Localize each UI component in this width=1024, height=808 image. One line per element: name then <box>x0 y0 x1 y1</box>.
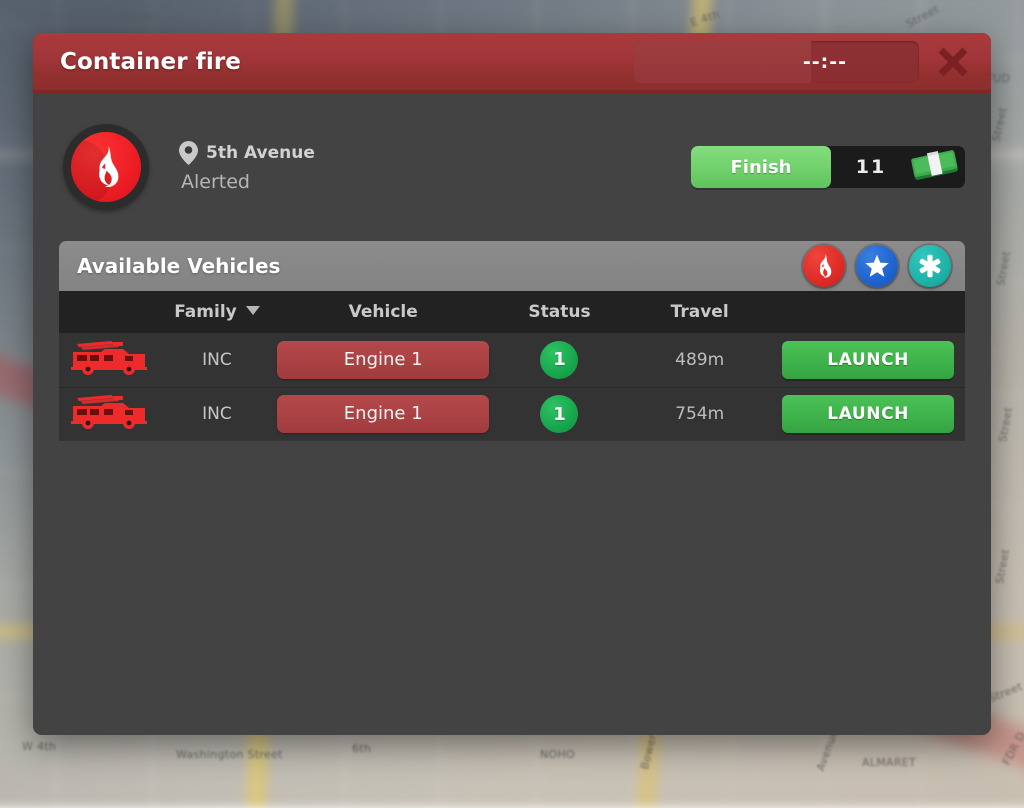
timer-value: --:-- <box>802 50 847 73</box>
vehicle-name-button[interactable]: Engine 1 <box>277 340 490 379</box>
incident-icon <box>63 124 149 210</box>
map-street-label: ALMARET <box>862 756 917 769</box>
fire-flame-icon <box>819 253 832 278</box>
available-vehicles-title: Available Vehicles <box>77 254 281 278</box>
column-header-travel[interactable]: Travel <box>628 291 772 333</box>
table-row[interactable]: INC Engine 1 1 489m LAUNCH <box>59 333 965 388</box>
dialog-titlebar: Container fire --:-- <box>33 33 991 93</box>
vehicles-table-head: Family Vehicle Status Travel <box>59 291 965 333</box>
map-street-label: Washington Street <box>176 748 283 761</box>
flame-glyph <box>99 146 119 188</box>
map-street-label: 6th <box>352 742 372 755</box>
vehicle-name-button[interactable]: Engine 1 <box>277 395 490 434</box>
incident-address-row: 5th Avenue <box>179 141 315 165</box>
vehicle-action-cell: LAUNCH <box>771 333 965 388</box>
cash-bundle-glyph <box>911 150 958 180</box>
vehicle-status-cell: 1 <box>490 333 629 388</box>
close-button[interactable] <box>929 38 977 86</box>
map-street-label: NOHO <box>540 748 576 761</box>
page-title: Container fire <box>60 48 242 75</box>
vehicle-family-cell: INC <box>158 387 276 441</box>
map-street-label: Street <box>118 10 154 23</box>
incident-text-block: 5th Avenue Alerted <box>179 141 315 193</box>
vehicle-status-cell: 1 <box>490 387 629 441</box>
chevron-down-icon <box>245 306 260 315</box>
vehicle-type-icon-cell <box>59 333 159 388</box>
vehicle-travel-cell: 754m <box>628 387 772 441</box>
finish-button[interactable]: Finish <box>691 146 831 188</box>
incident-timer-bar: --:-- <box>634 40 919 83</box>
launch-button[interactable]: LAUNCH <box>782 340 955 379</box>
available-vehicles-panel: Available Vehicles Family Vehicle Status… <box>59 241 965 441</box>
vehicles-table-body: INC Engine 1 1 489m LAUNCH INC Engine 1 1 754m LA… <box>59 333 965 441</box>
timer-progress-fill <box>634 40 811 83</box>
credit-amount: 11 <box>855 156 887 178</box>
fire-engine-icon <box>70 340 147 375</box>
close-x-icon <box>938 47 968 76</box>
vehicle-family-cell: INC <box>158 333 276 388</box>
incident-address: 5th Avenue <box>206 143 315 163</box>
incident-dialog: Container fire --:-- 5th Avenue Alerted … <box>33 33 991 735</box>
filter-fire-button[interactable] <box>803 245 845 287</box>
map-street-label: W 4th <box>22 740 57 753</box>
column-header-family-label: Family <box>174 302 237 322</box>
table-row[interactable]: INC Engine 1 1 754m LAUNCH <box>59 387 965 441</box>
vehicle-type-icon-cell <box>59 387 159 441</box>
launch-button[interactable]: LAUNCH <box>782 395 955 434</box>
column-header-status[interactable]: Status <box>490 291 629 333</box>
incident-summary: 5th Avenue Alerted Finish 11 <box>33 93 991 241</box>
vehicle-filter-icons <box>803 245 951 287</box>
vehicle-family-label: INC <box>202 404 232 425</box>
cash-bundle-icon <box>907 147 963 187</box>
map-pin-icon <box>179 141 198 165</box>
filter-ems-button[interactable] <box>909 245 951 287</box>
vehicle-travel-label: 489m <box>675 349 725 370</box>
vehicle-action-cell: LAUNCH <box>771 387 965 441</box>
star-icon <box>865 254 889 277</box>
column-header-vehicle[interactable]: Vehicle <box>275 291 491 333</box>
vehicle-travel-cell: 489m <box>628 333 772 388</box>
vehicle-name-cell: Engine 1 <box>275 387 491 441</box>
vehicle-status-badge: 1 <box>540 340 579 379</box>
finish-credit-group: Finish 11 <box>691 146 965 188</box>
filter-police-button[interactable] <box>856 245 898 287</box>
fire-engine-icon <box>70 395 147 430</box>
table-header-row: Family Vehicle Status Travel <box>59 291 965 333</box>
star-of-life-icon <box>919 254 941 278</box>
vehicle-travel-label: 754m <box>675 404 725 425</box>
dialog-empty-area <box>33 441 991 735</box>
vehicle-family-label: INC <box>202 349 232 370</box>
available-vehicles-header: Available Vehicles <box>59 241 965 291</box>
column-header-action <box>771 291 965 333</box>
fire-flame-icon <box>71 132 141 202</box>
status-badge: Alerted <box>181 171 250 193</box>
vehicles-table: Family Vehicle Status Travel INC Engine 1… <box>59 291 965 441</box>
column-header-icon <box>59 291 159 333</box>
column-header-family[interactable]: Family <box>158 291 276 333</box>
vehicle-status-badge: 1 <box>540 395 579 434</box>
vehicle-name-cell: Engine 1 <box>275 333 491 388</box>
